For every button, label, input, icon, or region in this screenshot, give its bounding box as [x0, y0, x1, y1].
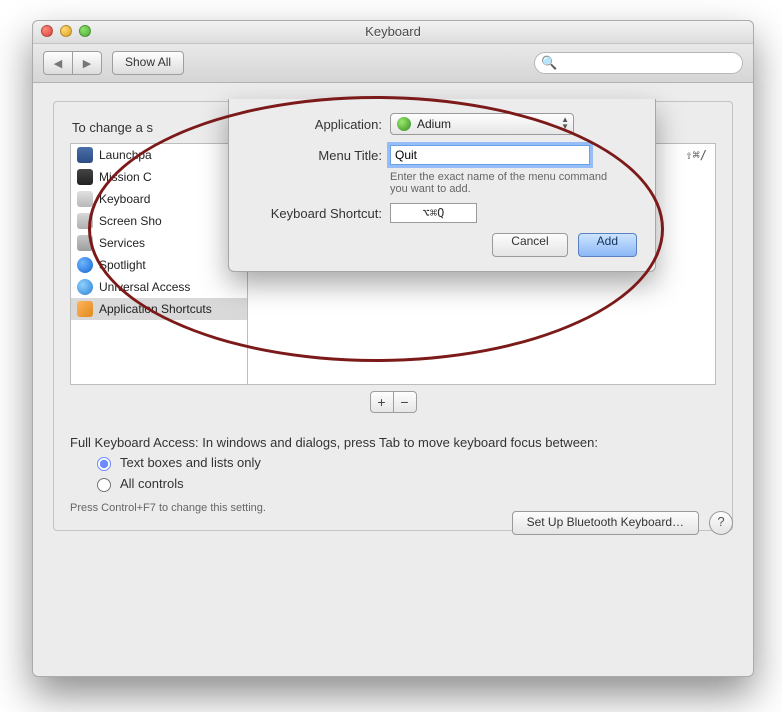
plus-icon: +: [377, 394, 385, 410]
updown-icon: ▲▼: [561, 116, 569, 130]
chevron-left-icon: ◀: [54, 57, 62, 70]
close-icon[interactable]: [41, 25, 53, 37]
add-shortcut-sheet: Application: Adium ▲▼ Menu Title: Enter …: [228, 99, 656, 272]
menu-title-input[interactable]: [390, 145, 590, 165]
sidebar-item-mission-control[interactable]: Mission C: [71, 166, 247, 188]
zoom-icon[interactable]: [79, 25, 91, 37]
app-icon: [77, 213, 93, 229]
fka-radio-textboxes[interactable]: Text boxes and lists only: [92, 454, 716, 471]
nav-segment: ◀ ▶: [43, 51, 102, 75]
add-button[interactable]: +: [370, 391, 394, 413]
keyboard-shortcut-input[interactable]: ⌥⌘Q: [390, 203, 477, 223]
application-label: Application:: [247, 117, 390, 132]
show-all-button[interactable]: Show All: [112, 51, 184, 75]
radio-input[interactable]: [97, 478, 111, 492]
search-input[interactable]: [561, 55, 736, 71]
sidebar-item-universal-access[interactable]: Universal Access: [71, 276, 247, 298]
back-button[interactable]: ◀: [43, 51, 73, 75]
titlebar: Keyboard: [33, 21, 753, 44]
app-icon: [77, 301, 93, 317]
sidebar-item-keyboard[interactable]: Keyboard: [71, 188, 247, 210]
app-icon: [77, 147, 93, 163]
adium-icon: [397, 117, 411, 131]
sidebar-item-application-shortcuts[interactable]: Application Shortcuts: [71, 298, 247, 320]
chevron-right-icon: ▶: [83, 57, 91, 70]
minimize-icon[interactable]: [60, 25, 72, 37]
help-icon: ?: [717, 514, 724, 529]
application-popup[interactable]: Adium ▲▼: [390, 113, 574, 135]
add-remove-segment: + −: [370, 391, 417, 413]
menu-title-hint: Enter the exact name of the menu command…: [390, 171, 610, 195]
add-confirm-button[interactable]: Add: [578, 233, 637, 257]
minus-icon: −: [400, 394, 408, 410]
keyboard-shortcut-label: Keyboard Shortcut:: [247, 206, 390, 221]
app-icon: [77, 191, 93, 207]
toolbar: ◀ ▶ Show All 🔍: [33, 44, 753, 83]
remove-button[interactable]: −: [394, 391, 417, 413]
window-title: Keyboard: [365, 24, 421, 39]
sidebar-item-launchpad[interactable]: Launchpa: [71, 144, 247, 166]
sidebar-item-services[interactable]: Services: [71, 232, 247, 254]
help-button[interactable]: ?: [709, 511, 733, 535]
prefs-window: Keyboard ◀ ▶ Show All 🔍 To change a s xx…: [32, 20, 754, 677]
cancel-button[interactable]: Cancel: [492, 233, 567, 257]
search-icon: 🔍: [541, 55, 557, 71]
app-icon: [77, 279, 93, 295]
app-icon: [77, 235, 93, 251]
fka-heading: Full Keyboard Access: In windows and dia…: [70, 435, 716, 450]
sidebar-item-screenshots[interactable]: Screen Sho: [71, 210, 247, 232]
shortcut-value: ⇧⌘/: [685, 148, 707, 162]
menu-title-label: Menu Title:: [247, 148, 390, 163]
app-icon: [77, 257, 93, 273]
forward-button[interactable]: ▶: [73, 51, 102, 75]
radio-input[interactable]: [97, 457, 111, 471]
search-field[interactable]: 🔍: [534, 52, 743, 74]
sidebar-item-spotlight[interactable]: Spotlight: [71, 254, 247, 276]
app-icon: [77, 169, 93, 185]
fka-radio-all[interactable]: All controls: [92, 475, 716, 492]
bluetooth-keyboard-button[interactable]: Set Up Bluetooth Keyboard…: [512, 511, 699, 535]
category-list[interactable]: Launchpa Mission C Keyboard Screen Sho S…: [70, 143, 248, 385]
